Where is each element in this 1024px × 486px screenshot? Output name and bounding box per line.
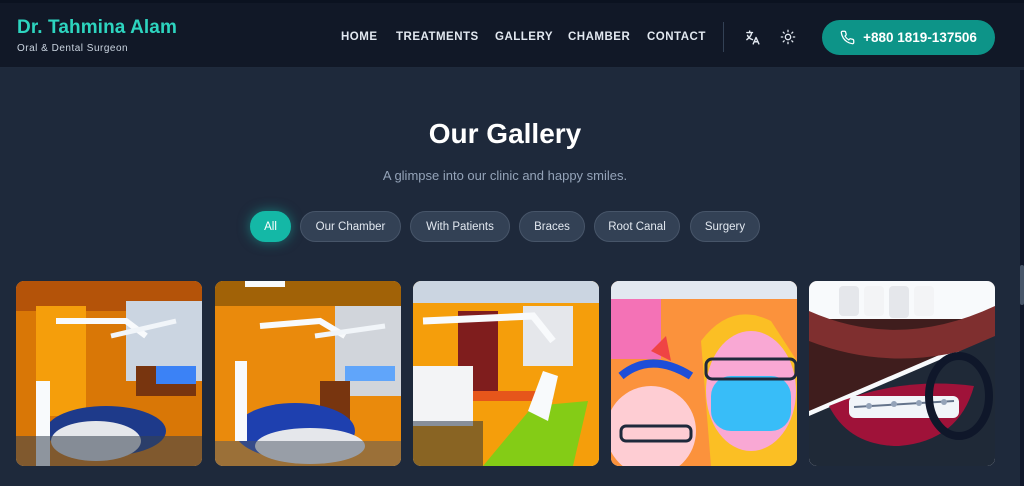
gallery-image-1[interactable] bbox=[16, 281, 202, 466]
filter-all[interactable]: All bbox=[250, 211, 291, 242]
nav-gallery[interactable]: GALLERY bbox=[495, 31, 553, 43]
nav-home[interactable]: HOME bbox=[341, 31, 378, 43]
navbar: Dr. Tahmina Alam Oral & Dental Surgeon H… bbox=[0, 3, 1024, 68]
filter-root-canal[interactable]: Root Canal bbox=[594, 211, 680, 242]
gallery-image-3[interactable] bbox=[413, 281, 599, 466]
phone-icon bbox=[840, 30, 855, 45]
nav-contact[interactable]: CONTACT bbox=[647, 31, 706, 43]
filter-with-patients[interactable]: With Patients bbox=[410, 211, 510, 242]
brand-subtitle: Oral & Dental Surgeon bbox=[17, 43, 129, 54]
phone-number: +880 1819-137506 bbox=[863, 30, 977, 45]
call-button[interactable]: +880 1819-137506 bbox=[822, 20, 995, 55]
nav-divider bbox=[723, 22, 724, 52]
brand-name[interactable]: Dr. Tahmina Alam bbox=[17, 17, 177, 39]
filter-surgery[interactable]: Surgery bbox=[690, 211, 760, 242]
filter-braces[interactable]: Braces bbox=[519, 211, 585, 242]
bottom-strip bbox=[0, 476, 1024, 486]
nav-treatments[interactable]: TREATMENTS bbox=[396, 31, 479, 43]
gallery-image-2[interactable] bbox=[215, 281, 401, 466]
translate-icon[interactable] bbox=[743, 28, 761, 46]
sun-icon[interactable] bbox=[779, 28, 797, 46]
gallery-subtitle: A glimpse into our clinic and happy smil… bbox=[382, 168, 628, 183]
gallery-image-5[interactable] bbox=[809, 281, 995, 466]
filter-our-chamber[interactable]: Our Chamber bbox=[300, 211, 401, 242]
gallery-image-4[interactable] bbox=[611, 281, 797, 466]
scrollbar-thumb[interactable] bbox=[1020, 265, 1024, 305]
page-scrollbar[interactable] bbox=[1020, 70, 1024, 486]
nav-chamber[interactable]: CHAMBER bbox=[568, 31, 630, 43]
gallery-title: Our Gallery bbox=[428, 118, 582, 149]
